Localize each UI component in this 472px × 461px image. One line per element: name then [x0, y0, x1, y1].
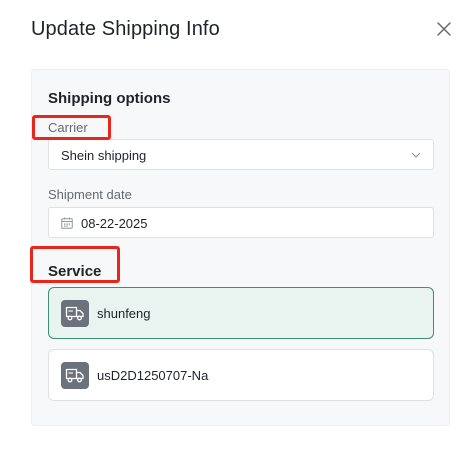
carrier-value: Shein shipping — [61, 148, 147, 163]
service-highlight-box — [30, 246, 120, 283]
carrier-highlight-box — [32, 115, 111, 140]
close-icon[interactable] — [434, 19, 454, 39]
shipment-date-value: 08-22-2025 — [81, 216, 148, 231]
truck-icon — [61, 362, 89, 389]
service-option-usd2d[interactable]: usD2D1250707-Na — [48, 349, 434, 401]
service-option-label: usD2D1250707-Na — [97, 368, 209, 383]
carrier-select[interactable]: Shein shipping — [48, 139, 434, 170]
service-option-shunfeng[interactable]: shunfeng — [48, 287, 434, 339]
dialog-title: Update Shipping Info — [31, 18, 220, 40]
truck-icon — [61, 300, 89, 327]
calendar-icon — [61, 217, 73, 229]
shipment-date-input[interactable]: 08-22-2025 — [48, 207, 434, 238]
shipment-date-label: Shipment date — [48, 187, 132, 202]
service-option-label: shunfeng — [97, 306, 151, 321]
update-shipping-dialog: Update Shipping Info Shipping options Ca… — [0, 0, 472, 461]
chevron-down-icon — [411, 152, 421, 158]
shipping-options-title: Shipping options — [48, 90, 171, 107]
